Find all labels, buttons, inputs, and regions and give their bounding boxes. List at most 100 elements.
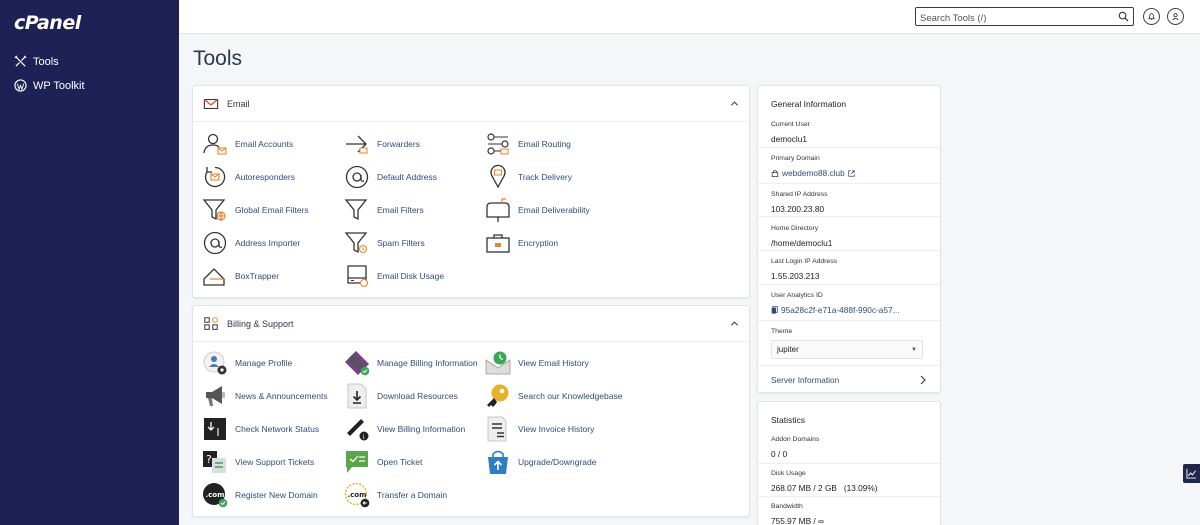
tool-label: View Billing Information: [377, 424, 466, 434]
tool-label: Manage Billing Information: [377, 358, 478, 368]
primary-domain-link[interactable]: webdemo88.club: [782, 168, 845, 178]
user-menu-button[interactable]: [1167, 8, 1184, 25]
tool-view-support-tickets[interactable]: ? View Support Tickets: [202, 449, 314, 475]
disk-usage-row: Disk Usage 268.07 MB / 2 GB (13.09%): [758, 464, 940, 497]
tool-view-email-history[interactable]: View Email History: [485, 350, 589, 376]
email-section-header[interactable]: Email: [193, 86, 749, 122]
default-address-icon: [345, 165, 369, 189]
top-bar: [179, 0, 1200, 34]
email-accounts-icon: [203, 133, 227, 155]
analytics-id-value: 95a28c2f-e71a-488f-990c-a57...: [771, 305, 900, 315]
tool-upgrade-downgrade[interactable]: Upgrade/Downgrade: [485, 449, 596, 475]
tools-icon: [14, 55, 27, 67]
tool-label: Autoresponders: [235, 172, 296, 182]
tool-autoresponders[interactable]: Autoresponders: [202, 164, 295, 190]
tool-label: Encryption: [518, 238, 559, 248]
bandwidth-value: 755.97 MB / ∞: [771, 516, 824, 525]
search-input[interactable]: [916, 10, 1106, 27]
search-box: [915, 7, 1134, 27]
tool-spam-filters[interactable]: Spam Filters: [344, 230, 425, 256]
info-label: Shared IP Address: [771, 191, 828, 198]
tool-email-deliverability[interactable]: Email Deliverability: [485, 197, 590, 223]
address-importer-icon: [203, 231, 227, 255]
chevron-right-icon: [920, 375, 926, 385]
dotcom-transfer-icon: .com: [344, 482, 370, 508]
addon-domains-row: Addon Domains 0 / 0: [758, 430, 940, 464]
tool-email-filters[interactable]: Email Filters: [344, 197, 424, 223]
tool-default-address[interactable]: Default Address: [344, 164, 437, 190]
last-login-value: 1.55.203.213: [771, 271, 820, 281]
invoice-icon: [487, 416, 507, 442]
analytics-id-row: User Analytics ID 95a28c2f-e71a-488f-990…: [758, 285, 940, 321]
info-label: Last Login IP Address: [771, 258, 838, 265]
chevron-up-icon[interactable]: [730, 99, 739, 108]
caret-down-icon: ▼: [911, 347, 917, 353]
tool-open-ticket[interactable]: Open Ticket: [344, 449, 422, 475]
key-search-icon: [487, 384, 509, 407]
search-icon[interactable]: [1118, 11, 1129, 22]
billing-info-icon: i: [347, 419, 369, 441]
tool-label: Default Address: [377, 172, 438, 182]
tool-label: Spam Filters: [377, 238, 425, 248]
tool-boxtrapper[interactable]: BoxTrapper: [202, 263, 279, 289]
tool-label: Upgrade/Downgrade: [518, 457, 597, 467]
tool-label: View Email History: [518, 358, 589, 368]
email-section-title: Email: [227, 98, 250, 109]
email-routing-icon: [487, 133, 509, 155]
tool-label: Email Deliverability: [518, 205, 590, 215]
info-label: Home Directory: [771, 225, 819, 232]
primary-domain-row: Primary Domain webdemo88.club: [758, 148, 940, 184]
home-directory-row: Home Directory /home/democlu1: [758, 217, 940, 251]
tool-search-knowledgebase[interactable]: Search our Knowledgebase: [485, 383, 622, 409]
info-label: Addon Domains: [771, 436, 820, 443]
tool-email-routing[interactable]: Email Routing: [485, 131, 571, 157]
statistics-title: Statistics: [771, 415, 806, 425]
support-tickets-icon: ?: [203, 451, 226, 473]
tool-global-email-filters[interactable]: Global Email Filters: [202, 197, 309, 223]
tool-encryption[interactable]: Encryption: [485, 230, 558, 256]
tool-transfer-a-domain[interactable]: .com Transfer a Domain: [344, 482, 447, 508]
billing-section-title: Billing & Support: [227, 318, 294, 329]
theme-select[interactable]: jupiter ▼: [771, 340, 923, 359]
statistics-panel: Statistics Addon Domains 0 / 0 Disk Usag…: [757, 401, 941, 525]
tool-news-announcements[interactable]: News & Announcements: [202, 383, 328, 409]
network-status-icon: [204, 418, 226, 440]
tool-manage-billing-information[interactable]: Manage Billing Information: [344, 350, 478, 376]
tool-view-billing-information[interactable]: i View Billing Information: [344, 416, 465, 442]
disk-usage-icon: [347, 265, 369, 288]
tool-register-new-domain[interactable]: .com Register New Domain: [202, 482, 318, 508]
credit-card-icon: [345, 351, 370, 376]
tool-label: Email Routing: [518, 139, 571, 149]
cpanel-logo[interactable]: cPanel: [14, 12, 81, 34]
info-label: User Analytics ID: [771, 292, 823, 299]
server-information-link[interactable]: Server Information: [771, 375, 839, 385]
server-information-row[interactable]: Server Information: [758, 365, 940, 393]
sidebar-item-tools[interactable]: Tools: [14, 55, 59, 68]
profile-icon: [203, 351, 227, 375]
sidebar-item-wp-toolkit[interactable]: WP Toolkit: [14, 79, 85, 92]
tool-view-invoice-history[interactable]: View Invoice History: [485, 416, 594, 442]
stats-toggle-button[interactable]: [1183, 464, 1200, 483]
tool-email-accounts[interactable]: Email Accounts: [202, 131, 293, 157]
tool-check-network-status[interactable]: Check Network Status: [202, 416, 319, 442]
copy-icon[interactable]: [771, 306, 778, 314]
shared-ip-value: 103.200.23.80: [771, 204, 825, 214]
tool-forwarders[interactable]: Forwarders: [344, 131, 420, 157]
chevron-up-icon[interactable]: [730, 319, 739, 328]
filter-icon: [344, 199, 368, 221]
tool-address-importer[interactable]: Address Importer: [202, 230, 300, 256]
tool-download-resources[interactable]: Download Resources: [344, 383, 458, 409]
tool-manage-profile[interactable]: Manage Profile: [202, 350, 292, 376]
billing-section-header[interactable]: Billing & Support: [193, 306, 749, 342]
notifications-button[interactable]: [1143, 8, 1160, 25]
encryption-icon: [486, 234, 510, 253]
forwarders-icon: [346, 135, 368, 154]
tool-email-disk-usage[interactable]: Email Disk Usage: [344, 263, 444, 289]
tool-label: Search our Knowledgebase: [518, 391, 623, 401]
upgrade-bag-icon: [488, 450, 508, 474]
email-section: Email Email Accounts Autoresponders Glob…: [192, 85, 750, 298]
tool-label: Forwarders: [377, 139, 420, 149]
bell-icon: [1148, 13, 1155, 21]
external-link-icon[interactable]: [848, 169, 855, 177]
tool-track-delivery[interactable]: Track Delivery: [485, 164, 572, 190]
